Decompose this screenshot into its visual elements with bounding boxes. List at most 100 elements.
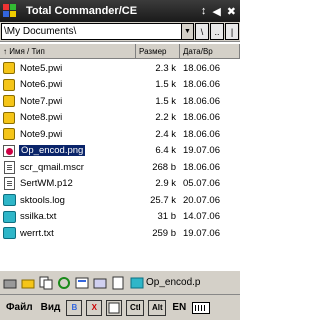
file-icon[interactable] [110,275,126,291]
delete-button[interactable]: X [86,299,103,316]
root-dir-button[interactable]: \ [195,23,209,40]
file-name-cell: Note5.pwi [0,62,136,75]
menu-view[interactable]: Вид [39,302,63,313]
image-file-icon [2,144,16,157]
text-file-icon [2,210,16,223]
file-name-cell: Note7.pwi [0,95,136,108]
file-name: Note9.pwi [20,128,63,140]
text-file-icon [2,194,16,207]
path-dropdown[interactable]: \My Documents\ ▼ [1,23,194,40]
menu-file[interactable]: Файл [4,302,35,313]
divider-button[interactable]: | [225,23,239,40]
file-date: 05.07.06 [183,178,220,190]
file-date: 18.06.06 [183,95,220,107]
file-name-cell: scr_qmail.mscr [0,160,136,174]
drive-icon[interactable] [2,275,18,291]
file-name: werrt.txt [20,227,54,239]
pocket-word-icon [2,78,16,91]
file-size: 1.5 k [155,79,176,91]
close-icon[interactable]: ✖ [227,5,236,18]
file-date: 18.06.06 [183,79,220,91]
file-size: 2.9 k [155,178,176,190]
current-file-indicator[interactable]: Op_encod.p [130,276,201,290]
file-row[interactable]: SertWM.p12 2.9 k 05.07.06 [0,176,240,193]
file-size: 31 b [157,211,177,223]
edit-button[interactable] [106,299,123,316]
file-date: 19.07.06 [183,145,220,157]
file-name: Op_encod.png [19,145,86,157]
file-size: 259 b [152,227,176,239]
file-name: scr_qmail.mscr [20,161,84,173]
file-size: 2.3 k [155,62,176,74]
column-size[interactable]: Размер [136,44,180,58]
chevron-down-icon[interactable]: ▼ [181,24,193,39]
windows-logo-icon[interactable] [0,0,20,22]
file-name: sktools.log [20,194,65,206]
column-name[interactable]: ↑ Имя / Тип [0,44,136,58]
menu-bar: Файл Вид B X Ctl Alt EN [0,294,240,320]
file-size: 1.5 k [155,95,176,107]
app-title: Total Commander/CE [26,5,138,17]
column-header: ↑ Имя / Тип Размер Дата/Вр [0,44,240,59]
column-date[interactable]: Дата/Вр [180,44,240,58]
signal-icon[interactable]: ↕ [201,5,207,17]
language-indicator[interactable]: EN [172,302,186,313]
file-row[interactable]: sktools.log 25.7 k 20.07.06 [0,192,240,209]
properties-icon[interactable] [74,275,90,291]
file-size: 25.7 k [150,194,176,206]
alt-button[interactable]: Alt [148,299,167,316]
file-name: Note6.pwi [20,79,63,91]
file-name-cell: werrt.txt [0,227,136,240]
file-date: 20.07.06 [183,194,220,206]
text-file-icon [2,227,16,240]
file-date: 18.06.06 [183,62,220,74]
file-name: Note7.pwi [20,95,63,107]
file-row[interactable]: ssilka.txt 31 b 14.07.06 [0,209,240,226]
path-bar: \My Documents\ ▼ \ .. | [0,22,240,42]
copy-panel-button[interactable]: B [66,299,83,316]
pocket-word-icon [2,62,16,75]
current-path: \My Documents\ [4,26,77,37]
file-date: 14.07.06 [183,211,220,223]
current-file-label: Op_encod.p [146,277,201,288]
file-date: 18.06.06 [183,161,220,173]
file-row[interactable]: Note5.pwi 2.3 k 18.06.06 [0,60,240,77]
file-name-cell: Note9.pwi [0,128,136,141]
file-name-cell: sktools.log [0,194,136,207]
file-date: 18.06.06 [183,112,220,124]
file-size: 2.2 k [155,112,176,124]
file-date: 19.07.06 [183,227,220,239]
file-name: Note5.pwi [20,62,63,74]
folder-icon[interactable] [20,275,36,291]
volume-icon[interactable]: ◀ [212,5,220,18]
document-icon [2,160,16,174]
parent-dir-button[interactable]: .. [210,23,224,40]
file-row[interactable]: Op_encod.png 6.4 k 19.07.06 [0,143,240,160]
file-size: 2.4 k [155,128,176,140]
copy-icon[interactable] [38,275,54,291]
ctl-button[interactable]: Ctl [126,299,145,316]
toolbar: Op_encod.p [0,270,240,294]
file-name: SertWM.p12 [20,178,73,190]
file-size: 268 b [152,161,176,173]
transfer-icon[interactable] [92,275,108,291]
refresh-icon[interactable] [56,275,72,291]
file-row[interactable]: Note7.pwi 1.5 k 18.06.06 [0,93,240,110]
file-row[interactable]: Note6.pwi 1.5 k 18.06.06 [0,77,240,94]
file-name-cell: SertWM.p12 [0,177,136,191]
file-name-cell: ssilka.txt [0,210,136,223]
file-row[interactable]: Note8.pwi 2.2 k 18.06.06 [0,110,240,127]
file-row[interactable]: scr_qmail.mscr 268 b 18.06.06 [0,159,240,176]
file-name-cell: Op_encod.png [0,144,136,157]
pocket-word-icon [2,111,16,124]
keyboard-icon[interactable] [192,301,211,314]
file-name: Note8.pwi [20,112,63,124]
pocket-word-icon [2,128,16,141]
file-name: ssilka.txt [20,211,57,223]
file-row[interactable]: Note9.pwi 2.4 k 18.06.06 [0,126,240,143]
file-row[interactable]: werrt.txt 259 b 19.07.06 [0,225,240,242]
pocket-word-icon [2,95,16,108]
file-date: 18.06.06 [183,128,220,140]
file-list[interactable]: Note5.pwi 2.3 k 18.06.06 Note6.pwi 1.5 k 18.0… [0,60,240,269]
book-icon [130,277,144,288]
